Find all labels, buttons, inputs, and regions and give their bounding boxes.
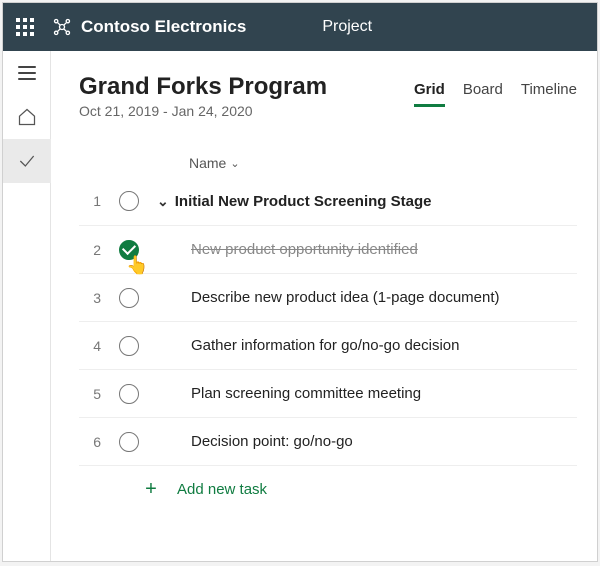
add-task-label: Add new task (177, 481, 267, 498)
task-list: 1 ⌄ Initial New Product Screening Stage … (79, 177, 577, 513)
hamburger-icon (18, 66, 36, 80)
task-row[interactable]: 6 Decision point: go/no-go (79, 417, 577, 465)
task-status-circle[interactable]: 👆 (119, 240, 139, 260)
task-status-circle[interactable] (119, 432, 139, 452)
app-launcher-icon[interactable] (13, 15, 37, 39)
row-number: 3 (79, 290, 101, 306)
row-number: 1 (79, 193, 101, 209)
task-row[interactable]: 4 Gather information for go/no-go decisi… (79, 321, 577, 369)
row-number: 5 (79, 386, 101, 402)
home-icon (17, 107, 37, 127)
app-name[interactable]: Project (322, 18, 372, 36)
chevron-down-icon: ⌄ (230, 157, 239, 170)
plus-icon: + (141, 480, 161, 500)
nav-tasks-button[interactable] (3, 139, 51, 183)
org-name: Contoso Electronics (81, 17, 246, 37)
task-row[interactable]: 3 Describe new product idea (1-page docu… (79, 273, 577, 321)
task-name[interactable]: Decision point: go/no-go (157, 433, 577, 450)
view-tabs: Grid Board Timeline (414, 81, 577, 107)
project-date-range: Oct 21, 2019 - Jan 24, 2020 (79, 103, 327, 119)
task-row[interactable]: 2 👆 New product opportunity identified (79, 225, 577, 273)
collapse-icon[interactable]: ⌄ (157, 193, 169, 210)
tab-timeline[interactable]: Timeline (521, 81, 577, 107)
task-row[interactable]: 1 ⌄ Initial New Product Screening Stage (79, 177, 577, 225)
task-name[interactable]: ⌄ Initial New Product Screening Stage (157, 193, 577, 210)
nav-home-button[interactable] (3, 95, 51, 139)
task-row[interactable]: 5 Plan screening committee meeting (79, 369, 577, 417)
task-status-circle[interactable] (119, 288, 139, 308)
row-number: 4 (79, 338, 101, 354)
task-status-circle[interactable] (119, 384, 139, 404)
row-number: 6 (79, 434, 101, 450)
tab-grid[interactable]: Grid (414, 81, 445, 107)
column-header-name[interactable]: Name ⌄ (79, 155, 577, 171)
tab-board[interactable]: Board (463, 81, 503, 107)
app-header: Contoso Electronics Project (3, 3, 597, 51)
pointer-cursor-icon: 👆 (126, 255, 148, 276)
task-name[interactable]: Gather information for go/no-go decision (157, 337, 577, 354)
task-status-circle[interactable] (119, 336, 139, 356)
checkmark-icon (17, 151, 37, 171)
task-name[interactable]: New product opportunity identified (157, 241, 577, 258)
nav-menu-button[interactable] (3, 51, 51, 95)
task-name[interactable]: Describe new product idea (1-page docume… (157, 289, 577, 306)
task-status-circle[interactable] (119, 191, 139, 211)
project-title: Grand Forks Program (79, 73, 327, 101)
org-brand[interactable]: Contoso Electronics (51, 16, 246, 38)
task-name[interactable]: Plan screening committee meeting (157, 385, 577, 402)
org-logo-icon (51, 16, 73, 38)
add-task-row[interactable]: + Add new task (79, 465, 577, 513)
row-number: 2 (79, 242, 101, 258)
left-nav (3, 51, 51, 561)
